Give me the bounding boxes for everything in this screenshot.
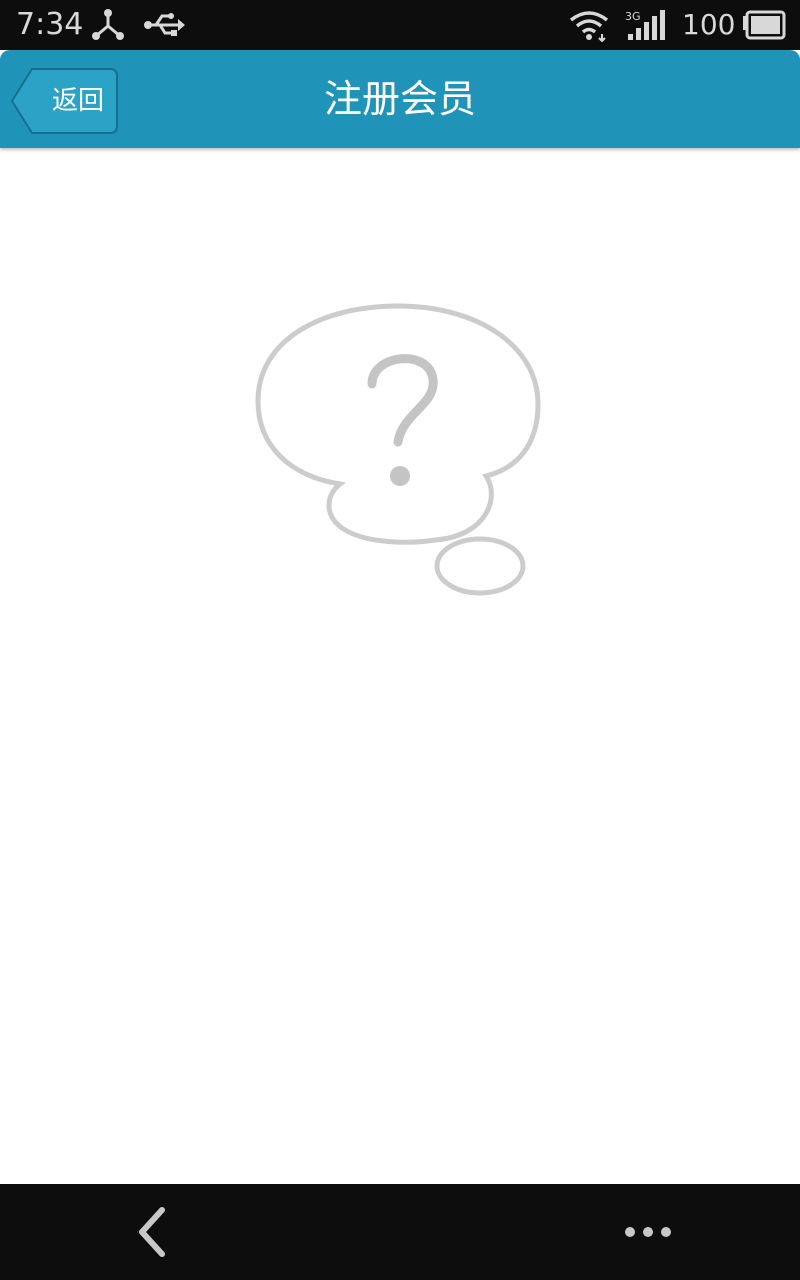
wifi-icon bbox=[569, 11, 609, 42]
question-thought-bubble-icon bbox=[255, 303, 541, 596]
page-title: 注册会员 bbox=[323, 77, 476, 121]
navigation-bar bbox=[0, 1184, 800, 1280]
status-time: 7:34 bbox=[16, 7, 84, 42]
battery-percent: 100 bbox=[682, 8, 736, 41]
status-bar: 7:34 3G 100 bbox=[0, 0, 800, 50]
signal-3g-icon: 3G bbox=[625, 10, 665, 40]
nav-menu-icon[interactable] bbox=[610, 1202, 686, 1262]
usb-icon bbox=[144, 13, 185, 36]
header-bar: 返回 注册会员 bbox=[0, 50, 800, 148]
screen: 7:34 3G 100 返回 注册会员 bbox=[0, 0, 800, 1280]
network-share-icon bbox=[92, 9, 124, 40]
battery-icon bbox=[743, 10, 786, 40]
back-button-label: 返回 bbox=[51, 86, 104, 116]
nav-back-icon[interactable] bbox=[120, 1202, 184, 1262]
back-button[interactable]: 返回 bbox=[10, 68, 118, 134]
network-type-label: 3G bbox=[625, 10, 641, 23]
